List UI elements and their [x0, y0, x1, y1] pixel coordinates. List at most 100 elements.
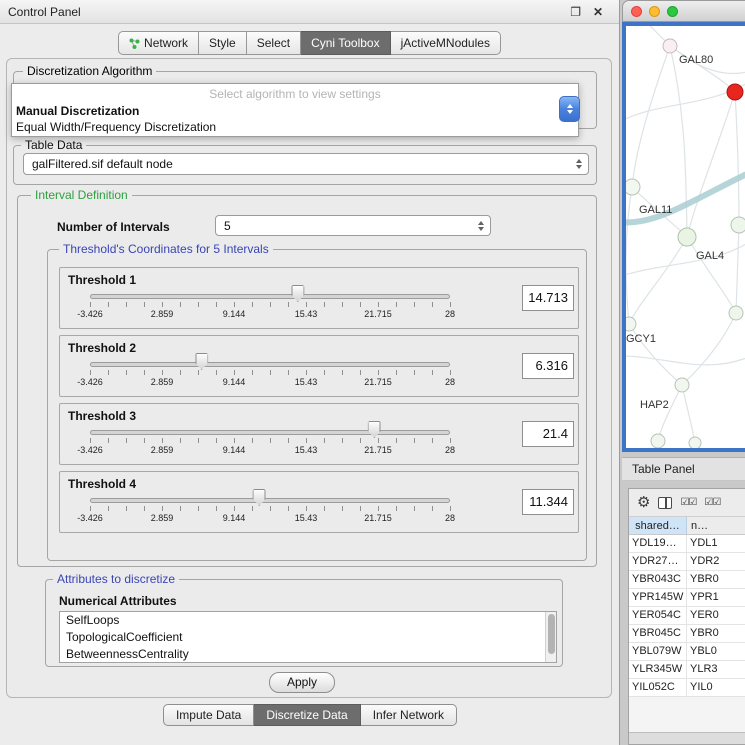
scale-label: 15.43	[295, 309, 318, 319]
algorithm-dropdown-popup: Select algorithm to view settings Manual…	[11, 83, 579, 137]
network-node[interactable]	[727, 84, 743, 100]
columns-icon[interactable]	[658, 497, 672, 509]
attributes-group-title: Attributes to discretize	[53, 572, 179, 586]
table-row[interactable]: YER054CYER0	[629, 607, 745, 625]
network-node[interactable]	[626, 179, 640, 195]
attribute-list-item[interactable]: SelfLoops	[60, 612, 556, 629]
stepper-up-icon	[567, 104, 573, 108]
threshold-2-row: Threshold 2 -3.4262.8599.14415.4321.7152…	[59, 335, 579, 397]
attribute-list-item[interactable]: TopologicalCoefficient	[60, 629, 556, 646]
network-node[interactable]	[651, 434, 665, 448]
close-icon[interactable]: ✕	[593, 0, 603, 24]
table-row[interactable]: YDR27…YDR2	[629, 553, 745, 571]
scale-label: -3.426	[77, 377, 103, 387]
network-canvas[interactable]: GAL80GAL11GAL4GCY1HAP2	[626, 26, 745, 448]
list-scrollbar-thumb[interactable]	[548, 614, 555, 654]
network-node[interactable]	[678, 228, 696, 246]
threshold-2-value-field[interactable]: 6.316	[522, 353, 574, 379]
tab-discretize-data[interactable]: Discretize Data	[254, 704, 360, 726]
algorithm-option-manual[interactable]: Manual Discretization	[12, 101, 578, 119]
threshold-4-slider-thumb[interactable]	[253, 489, 266, 506]
table-panel-footer	[629, 732, 745, 744]
tab-network[interactable]: Network	[118, 31, 199, 55]
select-all-icon[interactable]: ☑☑	[680, 498, 696, 508]
network-node[interactable]	[675, 378, 689, 392]
attribute-list-item[interactable]: BetweennessCentrality	[60, 646, 556, 663]
bottom-tabbar: Impute Data Discretize Data Infer Networ…	[0, 704, 620, 726]
select-none-icon[interactable]: ☑☑	[704, 498, 720, 508]
table-row[interactable]: YBR045CYBR0	[629, 625, 745, 643]
algorithm-placeholder: Select algorithm to view settings	[12, 84, 578, 101]
tab-infer-network[interactable]: Infer Network	[361, 704, 457, 726]
network-node[interactable]	[663, 39, 677, 53]
algorithm-option-equal-width[interactable]: Equal Width/Frequency Discretization	[12, 119, 578, 135]
table-cell: YER0	[687, 607, 745, 624]
scale-label: 15.43	[295, 513, 318, 523]
tab-select[interactable]: Select	[247, 31, 301, 55]
numerical-attributes-label: Numerical Attributes	[59, 594, 177, 608]
threshold-3-value-field[interactable]: 21.4	[522, 421, 574, 447]
scale-label: -3.426	[77, 513, 103, 523]
gear-icon[interactable]: ⚙	[637, 495, 650, 510]
scale-label: 9.144	[223, 377, 246, 387]
column-header-name[interactable]: n…	[687, 517, 745, 534]
table-row[interactable]: YBR043CYBR0	[629, 571, 745, 589]
network-node[interactable]	[689, 437, 701, 448]
table-row[interactable]: YPR145WYPR1	[629, 589, 745, 607]
threshold-3-scale: -3.4262.8599.14415.4321.71528	[90, 445, 450, 456]
numerical-attributes-list[interactable]: SelfLoopsTopologicalCoefficientBetweenne…	[59, 611, 557, 663]
list-scrollbar[interactable]	[545, 612, 556, 662]
table-cell: YIL0	[687, 679, 745, 696]
scale-label: 21.715	[364, 377, 392, 387]
network-window-titlebar[interactable]	[622, 0, 745, 22]
network-node-label: GAL80	[679, 54, 713, 66]
table-row[interactable]: YLR345WYLR3	[629, 661, 745, 679]
threshold-3-slider-thumb[interactable]	[368, 421, 381, 438]
threshold-1-slider-thumb[interactable]	[291, 285, 304, 302]
number-of-intervals-value: 5	[224, 219, 231, 233]
network-node[interactable]	[731, 217, 745, 233]
table-row[interactable]: YIL052CYIL0	[629, 679, 745, 697]
minimize-traffic-icon[interactable]	[649, 6, 660, 17]
table-data-select[interactable]: galFiltered.sif default node	[23, 153, 589, 175]
scale-label: 28	[445, 377, 455, 387]
thresholds-group-title: Threshold's Coordinates for 5 Intervals	[59, 242, 273, 256]
network-node-label: GAL4	[696, 250, 724, 262]
tab-jactivemnodules[interactable]: jActiveMNodules	[391, 31, 501, 55]
threshold-1-value-field[interactable]: 14.713	[522, 285, 574, 311]
number-of-intervals-select[interactable]: 5	[215, 215, 491, 236]
tab-impute-data[interactable]: Impute Data	[163, 704, 254, 726]
zoom-traffic-icon[interactable]	[667, 6, 678, 17]
table-cell: YDR2	[687, 553, 745, 570]
tab-cyni-toolbox[interactable]: Cyni Toolbox	[301, 31, 390, 55]
table-row[interactable]: YDL19…YDL1	[629, 535, 745, 553]
column-header-shared-name[interactable]: shared…	[629, 517, 687, 534]
cyni-toolbox-panel: Discretization Algorithm Select algorith…	[6, 58, 612, 698]
threshold-2-slider-thumb[interactable]	[195, 353, 208, 370]
scale-label: 21.715	[364, 309, 392, 319]
threshold-4-value-field[interactable]: 11.344	[522, 489, 574, 515]
number-of-intervals-stepper-icon	[476, 216, 486, 235]
threshold-3-row: Threshold 3 -3.4262.8599.14415.4321.7152…	[59, 403, 579, 465]
table-cell: YLR345W	[629, 661, 687, 678]
close-traffic-icon[interactable]	[631, 6, 642, 17]
float-window-icon[interactable]: ❐	[570, 0, 581, 24]
network-node[interactable]	[626, 317, 636, 331]
table-cell: YBL079W	[629, 643, 687, 660]
tab-style[interactable]: Style	[199, 31, 247, 55]
table-cell: YER054C	[629, 607, 687, 624]
network-node[interactable]	[729, 306, 743, 320]
screen: Control Panel ❐ ✕ Network Style Select C…	[0, 0, 745, 745]
scale-label: 15.43	[295, 377, 318, 387]
algorithm-combo-stepper[interactable]	[559, 96, 580, 122]
scale-label: 28	[445, 445, 455, 455]
table-header-row: shared… n…	[629, 517, 745, 535]
network-frame: GAL80GAL11GAL4GCY1HAP2	[622, 22, 745, 452]
table-row[interactable]: YBL079WYBL0	[629, 643, 745, 661]
table-data-selected-value: galFiltered.sif default node	[32, 157, 173, 171]
network-node-label: GCY1	[626, 333, 656, 345]
window-title: Control Panel	[0, 0, 619, 24]
apply-button[interactable]: Apply	[269, 672, 335, 693]
network-canvas-svg[interactable]: GAL80GAL11GAL4GCY1HAP2	[626, 26, 745, 448]
network-view-window: GAL80GAL11GAL4GCY1HAP2	[622, 0, 745, 452]
